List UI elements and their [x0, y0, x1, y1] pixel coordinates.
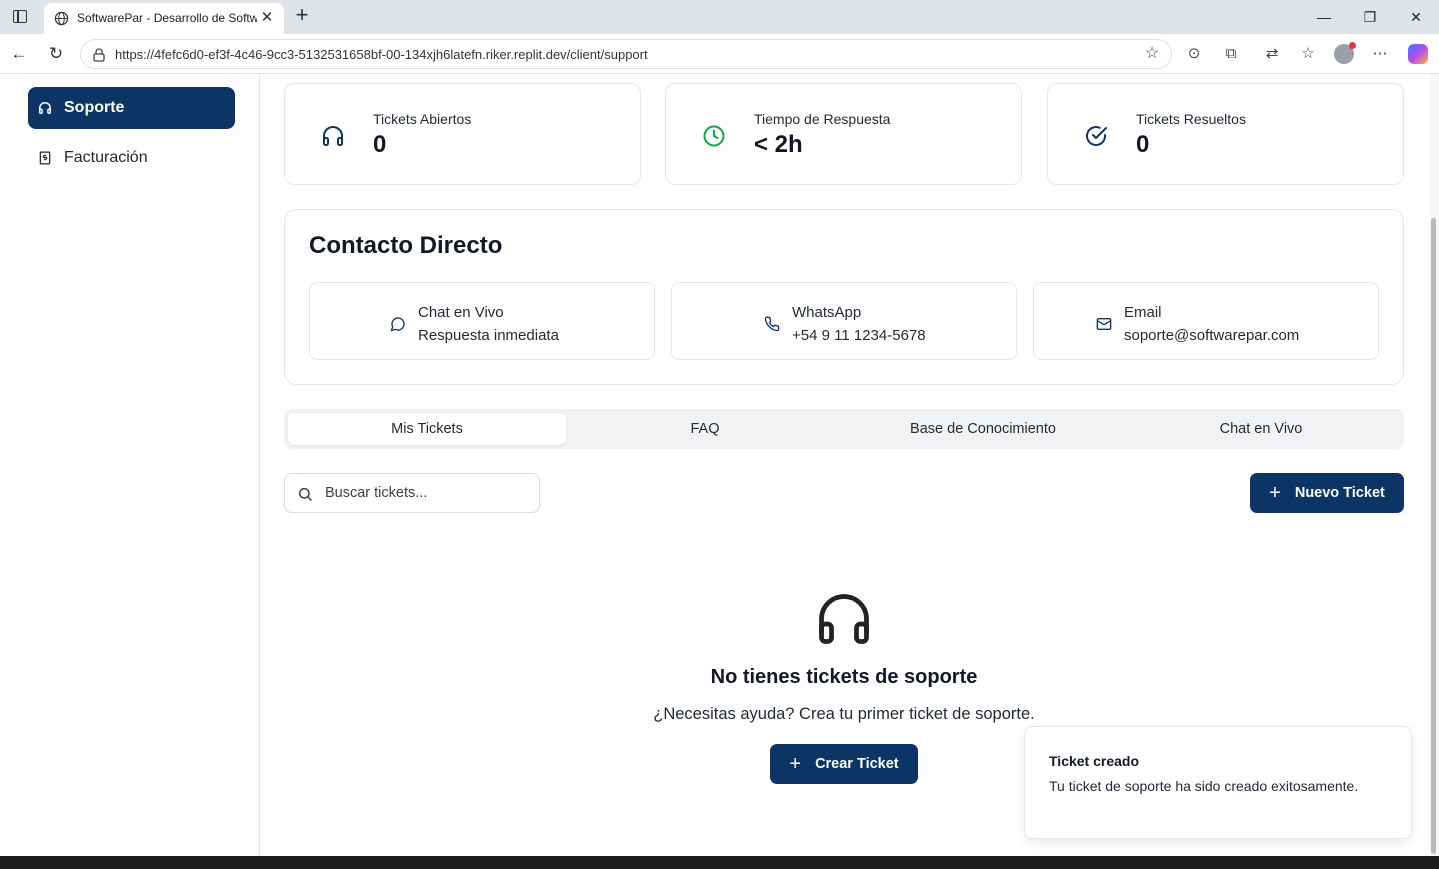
- tab-title: SoftwarePar - Desarrollo de Software: [77, 11, 257, 25]
- search-input[interactable]: Buscar tickets...: [284, 473, 540, 513]
- phone-icon: [764, 316, 780, 332]
- stat-value: 0: [1136, 131, 1150, 158]
- restore-icon[interactable]: ❐: [1358, 6, 1382, 28]
- sidebar-toggle-icon[interactable]: [10, 7, 30, 27]
- back-icon[interactable]: ←: [8, 43, 30, 65]
- plus-icon: +: [789, 753, 802, 775]
- notification-dot: [1349, 42, 1356, 49]
- sidebar-item-facturacion[interactable]: Facturación: [28, 137, 235, 179]
- close-tab-icon[interactable]: ✕: [258, 9, 276, 27]
- mail-icon: [1096, 318, 1112, 330]
- plus-icon: +: [1269, 482, 1281, 504]
- minimize-icon[interactable]: —: [1312, 6, 1336, 28]
- favorite-star-icon[interactable]: ☆: [1143, 45, 1161, 63]
- tab-faq[interactable]: FAQ: [566, 413, 844, 445]
- window-close-icon[interactable]: ✕: [1404, 6, 1428, 28]
- headphones-icon: [323, 126, 343, 146]
- headphones-icon: [39, 102, 51, 114]
- headphones-icon: [819, 594, 869, 644]
- sidebar-item-label: Facturación: [64, 149, 148, 166]
- browser-toolbar: ← ↻ https://4fefc6d0-ef3f-4c46-9cc3-5132…: [0, 34, 1439, 74]
- contact-title: Contacto Directo: [309, 232, 503, 259]
- browser-tab[interactable]: SoftwarePar - Desarrollo de Software ✕: [44, 3, 284, 34]
- contact-card: Contacto Directo Chat en Vivo Respuesta …: [284, 209, 1404, 385]
- url-text: https://4fefc6d0-ef3f-4c46-9cc3-51325316…: [115, 47, 648, 62]
- tab-chat-en-vivo[interactable]: Chat en Vivo: [1122, 413, 1400, 445]
- address-bar[interactable]: https://4fefc6d0-ef3f-4c46-9cc3-51325316…: [80, 39, 1172, 69]
- search-icon: [298, 487, 312, 501]
- tab-base-de-conocimiento[interactable]: Base de Conocimiento: [844, 413, 1122, 445]
- contact-label: Chat en Vivo: [418, 304, 504, 321]
- sidebar-item-soporte[interactable]: Soporte: [28, 87, 235, 129]
- toast-title: Ticket creado: [1049, 753, 1140, 769]
- stat-value: 0: [373, 131, 387, 158]
- stat-card-response-time: Tiempo de Respuesta < 2h: [665, 83, 1022, 185]
- support-tabs: Mis Tickets FAQ Base de Conocimiento Cha…: [284, 409, 1404, 449]
- tab-mis-tickets[interactable]: Mis Tickets: [288, 413, 566, 445]
- globe-icon: [54, 11, 69, 26]
- split-screen-icon[interactable]: ⇄: [1262, 44, 1282, 64]
- contact-whatsapp[interactable]: WhatsApp +54 9 11 1234-5678: [671, 282, 1017, 360]
- os-taskbar: [0, 856, 1439, 869]
- more-menu-icon[interactable]: ⋯: [1370, 44, 1390, 64]
- stat-value: < 2h: [754, 131, 803, 158]
- new-tab-icon[interactable]: +: [291, 4, 313, 27]
- app-sidebar: Soporte Facturación: [0, 74, 260, 856]
- empty-state-subtitle: ¿Necesitas ayuda? Crea tu primer ticket …: [653, 705, 1035, 723]
- contact-live-chat[interactable]: Chat en Vivo Respuesta inmediata: [309, 282, 655, 360]
- stat-card-open-tickets: Tickets Abiertos 0: [284, 83, 641, 185]
- create-ticket-label: Crear Ticket: [815, 756, 899, 772]
- browser-tab-bar: SoftwarePar - Desarrollo de Software ✕ +…: [0, 0, 1439, 34]
- contact-detail: +54 9 11 1234-5678: [792, 327, 926, 344]
- stat-label: Tickets Resueltos: [1136, 111, 1246, 127]
- search-placeholder: Buscar tickets...: [325, 485, 428, 501]
- contact-email[interactable]: Email soporte@softwarepar.com: [1033, 282, 1379, 360]
- new-ticket-label: Nuevo Ticket: [1294, 485, 1385, 501]
- new-ticket-button[interactable]: + Nuevo Ticket: [1250, 473, 1404, 513]
- sidebar-item-label: Soporte: [64, 99, 125, 116]
- toast-notification: Ticket creado Tu ticket de soporte ha si…: [1024, 726, 1412, 839]
- copilot-icon[interactable]: [1408, 44, 1428, 64]
- create-ticket-button[interactable]: + Crear Ticket: [770, 744, 918, 784]
- message-circle-icon: [390, 317, 405, 332]
- stat-label: Tiempo de Respuesta: [754, 111, 891, 127]
- extensions-icon[interactable]: ⧉: [1221, 44, 1241, 64]
- contact-label: WhatsApp: [792, 304, 862, 321]
- contact-label: Email: [1124, 304, 1162, 321]
- site-info-icon[interactable]: [91, 47, 107, 63]
- favorites-icon[interactable]: ☆: [1298, 44, 1318, 64]
- reload-icon[interactable]: ↻: [45, 43, 67, 65]
- contact-detail: Respuesta inmediata: [418, 327, 559, 344]
- scrollbar-thumb[interactable]: [1431, 218, 1436, 854]
- receipt-icon: [39, 151, 51, 165]
- stat-card-resolved-tickets: Tickets Resueltos 0: [1047, 83, 1404, 185]
- contact-detail: soporte@softwarepar.com: [1124, 327, 1300, 344]
- empty-state-title: No tienes tickets de soporte: [710, 666, 978, 688]
- stat-label: Tickets Abiertos: [373, 111, 472, 127]
- clock-icon: [703, 125, 725, 147]
- screenshot-icon[interactable]: ⊙: [1184, 44, 1204, 64]
- toast-description: Tu ticket de soporte ha sido creado exit…: [1049, 778, 1359, 794]
- check-circle-icon: [1086, 126, 1107, 146]
